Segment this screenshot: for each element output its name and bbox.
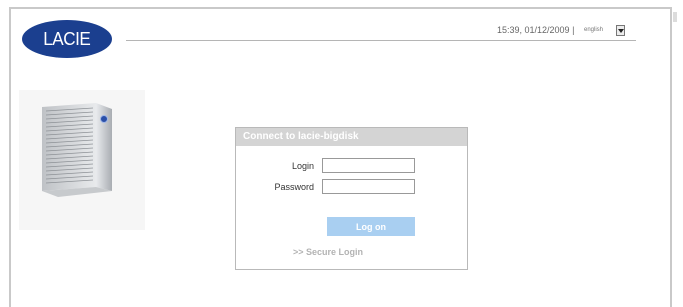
- password-label: Password: [274, 182, 314, 192]
- hard-drive-image: [42, 103, 112, 197]
- login-input[interactable]: [322, 158, 415, 173]
- log-on-button[interactable]: Log on: [327, 217, 415, 236]
- scrollbar[interactable]: [673, 12, 677, 22]
- datetime-display: 15:39, 01/12/2009 |: [497, 25, 575, 35]
- dropdown-arrow-icon[interactable]: [616, 24, 625, 36]
- secure-login-link[interactable]: >> Secure Login: [293, 247, 363, 257]
- login-title: Connect to lacie-bigdisk: [236, 128, 467, 146]
- logo-text: LACIE: [43, 28, 91, 49]
- language-value: english: [584, 27, 604, 33]
- login-panel: Connect to lacie-bigdisk Login Password …: [235, 127, 468, 270]
- lacie-logo: LACIE: [22, 20, 112, 58]
- header-divider: [126, 40, 636, 41]
- password-input[interactable]: [322, 179, 415, 194]
- login-label: Login: [291, 161, 314, 171]
- language-select[interactable]: english: [584, 24, 627, 36]
